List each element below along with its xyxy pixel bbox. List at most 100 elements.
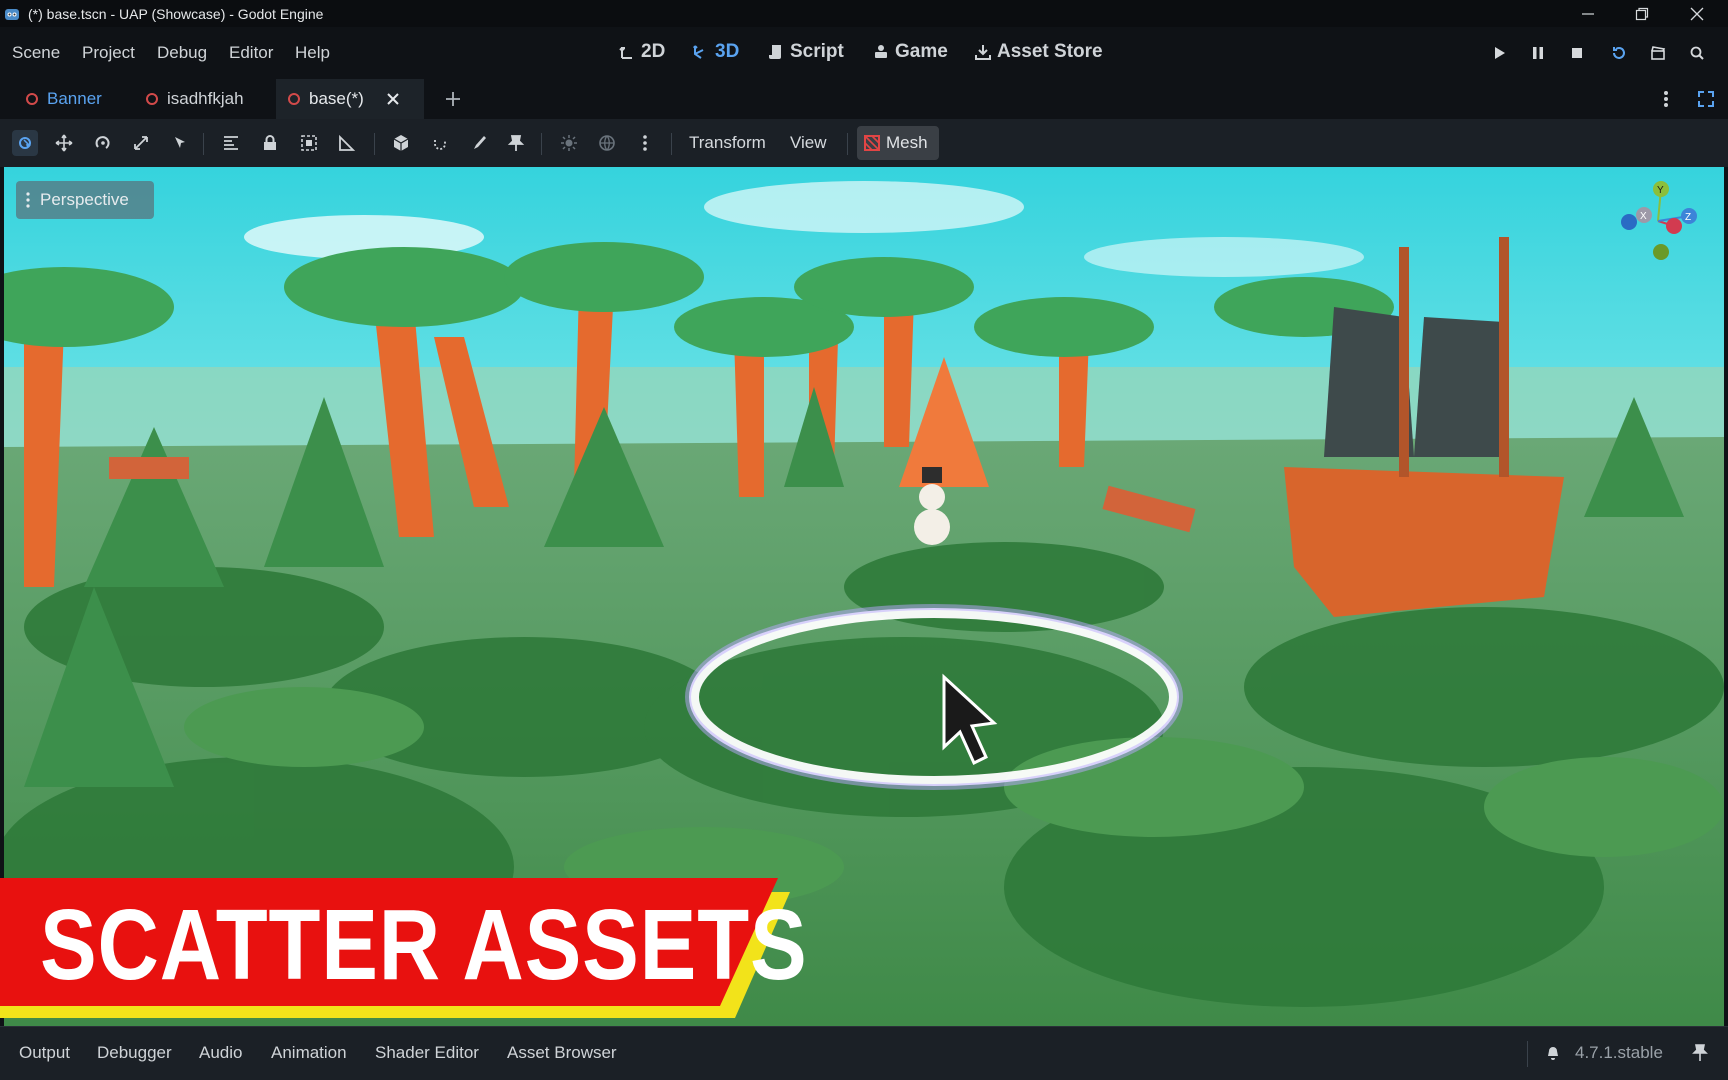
menu-bar: Scene Project Debug Editor Help 2D 3D Sc… [0, 27, 1728, 79]
close-tab-icon[interactable] [386, 92, 400, 106]
scene-tab-bar: Banner isadhfkjah base(*) [0, 79, 1728, 119]
close-window-button[interactable] [1670, 0, 1724, 27]
pointer-icon [175, 137, 185, 148]
menu-editor[interactable]: Editor [229, 43, 273, 63]
tab-options-button[interactable] [1656, 79, 1676, 119]
pin-panel-icon[interactable] [1692, 1044, 1708, 1062]
remote-debug-button[interactable] [1687, 43, 1707, 63]
tab-output[interactable]: Output [19, 1043, 70, 1063]
ruler-icon [339, 134, 356, 151]
workspace-asset-store-label: Asset Store [997, 41, 1103, 62]
group-button[interactable] [296, 130, 322, 156]
tab-banner[interactable]: Banner [14, 79, 134, 119]
workspace-script-label: Script [790, 41, 844, 62]
workspace-3d-button[interactable]: 3D [692, 41, 739, 63]
view-menu[interactable]: View [790, 133, 827, 153]
group-icon [301, 135, 317, 151]
lock-button[interactable] [257, 130, 283, 156]
banner-title: SCATTER ASSETS [40, 889, 808, 1001]
stop-icon [1572, 48, 1582, 58]
bell-icon[interactable] [1545, 1045, 1561, 1061]
menu-scene[interactable]: Scene [12, 43, 60, 63]
pause-button[interactable] [1528, 43, 1548, 63]
move-mode-button[interactable] [51, 130, 77, 156]
close-icon [1690, 7, 1704, 20]
expand-icon [1698, 91, 1714, 107]
pin-button[interactable] [503, 130, 529, 156]
move-icon [55, 134, 73, 152]
tab-debugger[interactable]: Debugger [97, 1043, 172, 1063]
minimize-icon [1582, 12, 1594, 15]
clapperboard-icon [1651, 46, 1666, 60]
list-select-button[interactable] [218, 130, 244, 156]
brush-icon [474, 136, 486, 149]
movie-maker-button[interactable] [1648, 43, 1668, 63]
menu-help[interactable]: Help [295, 43, 330, 63]
scene-circle-icon [288, 93, 300, 105]
menu-debug[interactable]: Debug [157, 43, 207, 63]
bottom-panel-bar: Output Debugger Audio Animation Shader E… [0, 1026, 1728, 1080]
axis-y-label: Y [1657, 185, 1664, 196]
local-space-button[interactable] [388, 130, 414, 156]
tab-base[interactable]: base(*) [276, 79, 424, 119]
pick-mode-button[interactable] [167, 130, 193, 156]
mesh-label: Mesh [886, 133, 928, 152]
tab-asset-browser[interactable]: Asset Browser [507, 1043, 617, 1063]
pin-icon [507, 135, 525, 151]
environment-preview-button[interactable] [594, 130, 620, 156]
ruler-button[interactable] [334, 130, 360, 156]
new-tab-button[interactable] [438, 79, 468, 119]
axis-neg-y-icon[interactable] [1653, 244, 1669, 260]
rotate-icon [95, 136, 110, 149]
snap-button[interactable] [427, 130, 453, 156]
magnifier-icon [1690, 46, 1704, 60]
select-mode-button[interactable] [12, 130, 38, 156]
stop-button[interactable] [1567, 43, 1587, 63]
axis-x-icon[interactable] [1666, 218, 1682, 234]
tab-isadhfkjah[interactable]: isadhfkjah [134, 79, 274, 119]
menu-project[interactable]: Project [82, 43, 135, 63]
toolbar-separator [847, 133, 848, 155]
paint-button[interactable] [465, 130, 491, 156]
workspace-asset-store-button[interactable]: Asset Store [974, 41, 1103, 63]
axis-neg-z-icon[interactable] [1621, 214, 1637, 230]
restore-button[interactable] [1615, 0, 1669, 27]
mesh-menu-button[interactable]: Mesh [857, 126, 939, 160]
status-separator [1527, 1041, 1528, 1067]
workspace-script-button[interactable]: Script [767, 41, 844, 63]
pause-icon [1533, 47, 1543, 59]
tab-label: isadhfkjah [167, 89, 244, 108]
workspace-game-button[interactable]: Game [872, 41, 948, 63]
workspace-2d-button[interactable]: 2D [618, 41, 665, 63]
game-icon [875, 45, 887, 58]
play-button[interactable] [1489, 43, 1509, 63]
kebab-menu-icon [26, 192, 30, 208]
tab-label: Banner [47, 89, 102, 108]
minimize-button[interactable] [1561, 0, 1615, 27]
sun-preview-button[interactable] [556, 130, 582, 156]
tab-label: base(*) [309, 89, 364, 108]
sun-icon [561, 135, 577, 151]
distraction-free-button[interactable] [1694, 79, 1718, 119]
toolbar-separator [671, 133, 672, 155]
toolbar-separator [374, 133, 375, 155]
scene-circle-icon [146, 93, 158, 105]
more-options-button[interactable] [632, 130, 658, 156]
transform-menu[interactable]: Transform [689, 133, 766, 153]
restore-icon [1635, 7, 1649, 20]
tab-shader-editor[interactable]: Shader Editor [375, 1043, 479, 1063]
axis-x-label: X [1640, 211, 1647, 222]
perspective-label: Perspective [40, 190, 129, 209]
reload-icon [1613, 47, 1625, 59]
version-label: 4.7.1.stable [1575, 1043, 1663, 1062]
reload-button[interactable] [1609, 43, 1629, 63]
perspective-menu-button[interactable]: Perspective [16, 181, 154, 219]
scale-mode-button[interactable] [128, 130, 154, 156]
2d-icon [619, 47, 632, 59]
tab-animation[interactable]: Animation [271, 1043, 347, 1063]
rotate-mode-button[interactable] [90, 130, 116, 156]
tab-audio[interactable]: Audio [199, 1043, 242, 1063]
magnet-icon [434, 140, 446, 150]
axis-gizmo[interactable]: X Y Z [1616, 179, 1698, 261]
plus-icon [446, 92, 460, 106]
